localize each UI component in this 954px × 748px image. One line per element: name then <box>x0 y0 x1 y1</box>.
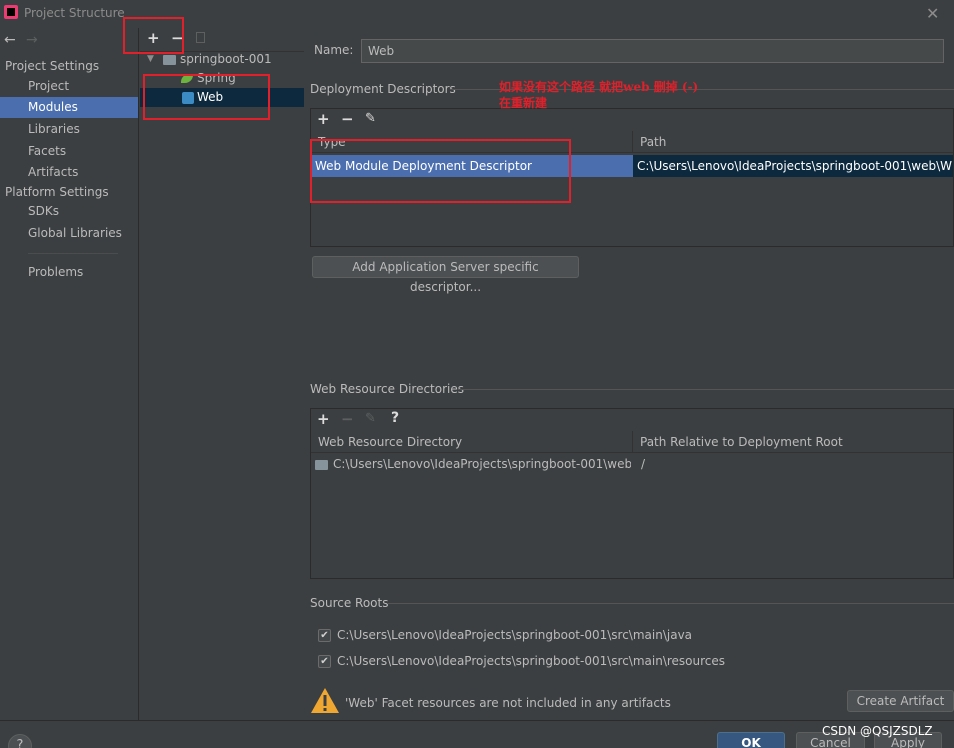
nav-item-modules[interactable]: Modules <box>0 97 138 118</box>
nav-item-problems[interactable]: Problems <box>0 262 138 283</box>
column-header-path[interactable]: Path <box>633 131 953 153</box>
column-header-relative-path[interactable]: Path Relative to Deployment Root <box>633 431 953 453</box>
warning-icon <box>311 688 339 713</box>
resource-dir-cell[interactable]: C:\Users\Lenovo\IdeaProjects\springboot-… <box>329 453 631 475</box>
source-root-path: C:\Users\Lenovo\IdeaProjects\springboot-… <box>337 654 726 668</box>
section-divider <box>458 389 954 390</box>
platform-settings-header: Platform Settings <box>5 185 109 199</box>
nav-item-project[interactable]: Project <box>0 76 138 97</box>
add-app-server-descriptor-button[interactable]: Add Application Server specific descript… <box>312 256 579 294</box>
column-header-web-resource-directory[interactable]: Web Resource Directory <box>311 431 633 453</box>
remove-descriptor-button[interactable]: − <box>341 110 354 128</box>
nav-item-libraries[interactable]: Libraries <box>0 119 138 140</box>
source-root-checkbox[interactable]: ✔ <box>318 655 331 668</box>
warning-message: 'Web' Facet resources are not included i… <box>345 696 671 710</box>
window-title: Project Structure <box>24 6 125 20</box>
project-settings-header: Project Settings <box>5 59 100 73</box>
tree-root-label: springboot-001 <box>180 52 272 66</box>
settings-nav: ← → Project Settings Project Modules Lib… <box>0 28 139 720</box>
edit-pencil-icon[interactable]: ✎ <box>365 411 376 426</box>
web-resource-directories-title: Web Resource Directories <box>310 382 464 396</box>
copy-icon[interactable] <box>196 32 205 43</box>
create-artifact-button[interactable]: Create Artifact <box>847 690 954 712</box>
forward-arrow-icon[interactable]: → <box>26 32 38 48</box>
source-roots-title: Source Roots <box>310 596 389 610</box>
nav-item-global-libraries[interactable]: Global Libraries <box>0 223 138 244</box>
folder-icon <box>315 460 328 470</box>
nav-item-facets[interactable]: Facets <box>0 141 138 162</box>
web-resource-directories-table: + − ✎ ? Web Resource Directory Path Rela… <box>310 408 954 579</box>
add-resource-dir-button[interactable]: + <box>317 410 330 428</box>
nav-divider <box>28 253 118 254</box>
help-question-icon[interactable]: ? <box>391 410 399 426</box>
name-label: Name: <box>314 43 354 57</box>
remove-resource-dir-button[interactable]: − <box>341 410 354 428</box>
source-root-path: C:\Users\Lenovo\IdeaProjects\springboot-… <box>337 628 693 642</box>
nav-item-sdks[interactable]: SDKs <box>0 201 138 222</box>
add-descriptor-button[interactable]: + <box>317 110 330 128</box>
ok-button[interactable]: OK <box>717 732 785 748</box>
annotation-line: 在重新建 <box>499 96 548 110</box>
watermark-text: CSDN @QSJZSDLZ <box>822 724 933 738</box>
section-divider <box>388 603 954 604</box>
close-icon[interactable]: ✕ <box>926 4 939 23</box>
resource-relative-cell[interactable]: / <box>637 453 953 475</box>
annotation-box-descriptor <box>310 139 571 203</box>
back-arrow-icon[interactable]: ← <box>4 32 16 48</box>
edit-pencil-icon[interactable]: ✎ <box>365 111 376 126</box>
annotation-box-toolbar <box>123 17 184 54</box>
annotation-box-web <box>143 74 270 120</box>
deployment-descriptors-title: Deployment Descriptors <box>310 82 456 96</box>
nav-item-artifacts[interactable]: Artifacts <box>0 162 138 183</box>
descriptor-path-cell[interactable]: C:\Users\Lenovo\IdeaProjects\springboot-… <box>633 155 953 177</box>
facet-settings-panel: Name: Deployment Descriptors + − ✎ Type … <box>304 28 954 720</box>
annotation-text: 如果没有这个路径 就把web 删掉 (-) 在重新建 <box>499 79 698 111</box>
annotation-line: 如果没有这个路径 就把web 删掉 (-) <box>499 80 699 94</box>
name-field[interactable] <box>361 39 944 63</box>
intellij-app-icon <box>4 5 18 19</box>
source-root-checkbox[interactable]: ✔ <box>318 629 331 642</box>
module-tree-panel: + − ▼ springboot-001 Spring Web <box>140 28 304 720</box>
module-folder-icon <box>163 55 176 65</box>
